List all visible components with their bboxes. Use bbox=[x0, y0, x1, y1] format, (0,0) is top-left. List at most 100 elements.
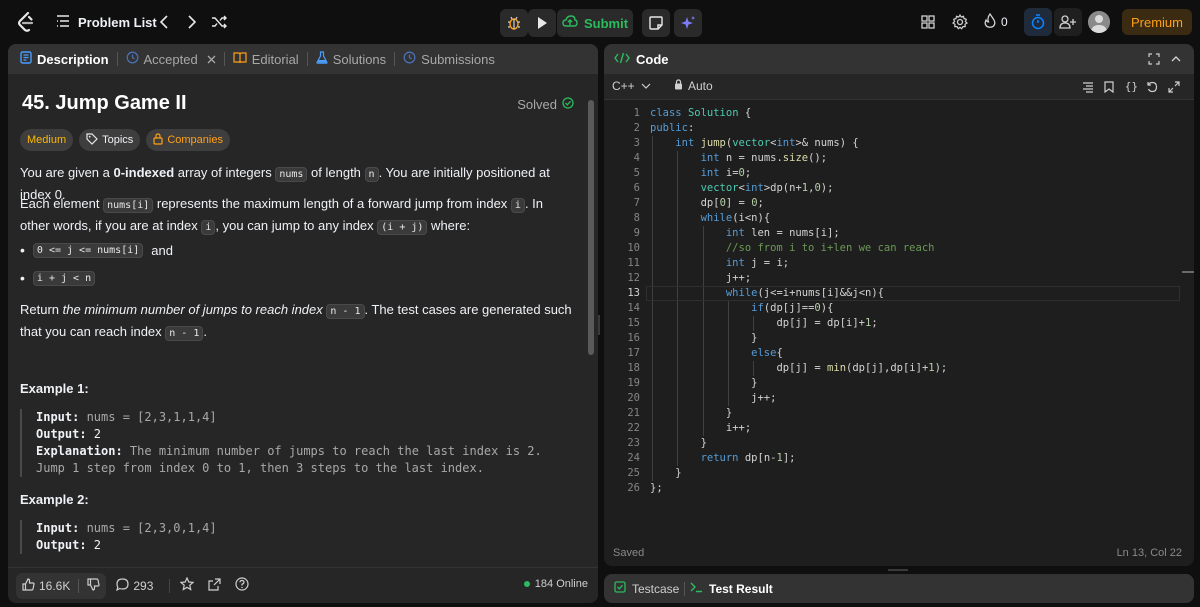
line-number: 20 bbox=[627, 392, 640, 404]
online-indicator: 184 Online bbox=[523, 578, 588, 590]
code-line[interactable]: } bbox=[650, 331, 757, 346]
paragraph-each-element: Each element nums[i] represents the maxi… bbox=[20, 194, 574, 238]
problem-title[interactable]: 45. Jump Game II bbox=[22, 92, 187, 114]
code-line[interactable]: int jump(vector<int>& nums) { bbox=[650, 136, 858, 151]
code-line[interactable]: int j = i; bbox=[650, 256, 789, 271]
debug-button[interactable] bbox=[500, 9, 528, 37]
code-line[interactable]: //so from i to i+len we can reach bbox=[650, 241, 935, 256]
auto-mode[interactable]: Auto bbox=[674, 79, 713, 93]
inline-code: n bbox=[364, 167, 379, 182]
description-scrollbar[interactable] bbox=[588, 88, 594, 558]
code-line[interactable]: dp[j] = min(dp[j],dp[i]+1); bbox=[650, 361, 947, 376]
tab-solutions-label: Solutions bbox=[332, 51, 387, 67]
language-select[interactable]: C++ bbox=[612, 79, 651, 93]
lock-icon bbox=[674, 79, 683, 93]
code-line[interactable]: dp[0] = 0; bbox=[650, 196, 764, 211]
code-line[interactable]: dp[j] = dp[i]+1; bbox=[650, 316, 877, 331]
help-icon[interactable] bbox=[235, 577, 249, 594]
code-line[interactable]: } bbox=[650, 466, 681, 481]
tab-testcase[interactable]: Testcase bbox=[614, 581, 679, 596]
code-line[interactable]: return dp[n-1]; bbox=[650, 451, 796, 466]
inline-code: 0 <= j <= nums[i] bbox=[32, 242, 144, 258]
shuffle-icon[interactable] bbox=[208, 12, 230, 32]
format-lines-icon[interactable] bbox=[1082, 81, 1094, 96]
bookmark-icon[interactable] bbox=[1104, 81, 1114, 96]
settings-gear-icon[interactable] bbox=[950, 12, 970, 32]
tab-accepted[interactable]: Accepted bbox=[122, 44, 220, 74]
code-line[interactable]: while(j<=i+nums[i]&&j<n){ bbox=[650, 286, 884, 301]
terminal-icon bbox=[690, 581, 703, 596]
add-friend-icon[interactable] bbox=[1054, 8, 1082, 36]
line-number: 22 bbox=[627, 422, 640, 434]
thumbs-up-icon bbox=[22, 577, 35, 594]
expand-icon[interactable] bbox=[1168, 81, 1180, 96]
close-icon[interactable] bbox=[207, 52, 216, 67]
code-line[interactable]: while(i<n){ bbox=[650, 211, 771, 226]
line-number: 19 bbox=[627, 377, 640, 389]
code-editor[interactable]: 1 class Solution {2 public: 3 int jump(vect… bbox=[604, 106, 1194, 506]
tab-divider bbox=[684, 582, 685, 596]
line-number: 11 bbox=[627, 257, 640, 269]
fullscreen-icon[interactable] bbox=[1148, 53, 1160, 68]
scrollbar-thumb[interactable] bbox=[588, 100, 594, 355]
line-number: 7 bbox=[633, 197, 640, 209]
line-number: 24 bbox=[627, 452, 640, 464]
vertical-resize-handle[interactable] bbox=[598, 315, 600, 335]
line-number: 12 bbox=[627, 272, 640, 284]
code-line[interactable]: } bbox=[650, 376, 757, 391]
code-line[interactable]: if(dp[j]==0){ bbox=[650, 301, 833, 316]
line-number: 25 bbox=[627, 467, 640, 479]
book-icon bbox=[233, 51, 247, 67]
topics-button[interactable]: Topics bbox=[79, 129, 141, 151]
like-button[interactable]: 16.6K bbox=[16, 572, 107, 599]
layout-icon[interactable] bbox=[918, 12, 938, 32]
comments-button[interactable]: 293 bbox=[110, 573, 159, 599]
line-number: 10 bbox=[627, 242, 640, 254]
premium-button[interactable]: Premium bbox=[1122, 9, 1192, 35]
code-line[interactable]: j++; bbox=[650, 271, 751, 286]
ai-sparkle-icon[interactable] bbox=[674, 9, 702, 37]
tab-submissions[interactable]: Submissions bbox=[399, 44, 499, 74]
collapse-chevron-icon[interactable] bbox=[1170, 53, 1182, 68]
share-icon[interactable] bbox=[208, 577, 221, 594]
code-line[interactable]: else{ bbox=[650, 346, 783, 361]
inline-code: n - 1 bbox=[326, 304, 365, 319]
user-avatar[interactable] bbox=[1088, 11, 1110, 33]
tab-description[interactable]: Description bbox=[16, 44, 113, 74]
code-line[interactable]: int len = nums[i]; bbox=[650, 226, 840, 241]
code-line[interactable]: } bbox=[650, 436, 707, 451]
run-button[interactable] bbox=[528, 9, 556, 37]
tab-editorial[interactable]: Editorial bbox=[229, 44, 303, 74]
code-line[interactable]: int n = nums.size(); bbox=[650, 151, 827, 166]
line-number: 9 bbox=[633, 227, 640, 239]
tab-test-result[interactable]: Test Result bbox=[690, 581, 773, 596]
bullet-dot: • bbox=[20, 242, 25, 258]
prev-problem-icon[interactable] bbox=[154, 12, 174, 32]
leetcode-logo[interactable] bbox=[14, 10, 38, 34]
submit-button[interactable]: Submit bbox=[557, 9, 633, 37]
topics-label: Topics bbox=[102, 134, 134, 146]
code-line[interactable]: i++; bbox=[650, 421, 751, 436]
notes-icon[interactable] bbox=[642, 9, 670, 37]
timer-stopwatch-icon[interactable] bbox=[1024, 8, 1052, 36]
code-line[interactable]: } bbox=[650, 406, 732, 421]
code-line[interactable]: }; bbox=[650, 481, 663, 496]
code-line[interactable]: int i=0; bbox=[650, 166, 752, 181]
next-problem-icon[interactable] bbox=[182, 12, 202, 32]
lock-icon bbox=[153, 132, 163, 148]
code-line[interactable]: public: bbox=[650, 121, 694, 136]
description-panel: Description Accepted Editorial Solutions… bbox=[8, 44, 598, 603]
streak-counter[interactable]: 0 bbox=[984, 12, 1008, 32]
code-line[interactable]: j++; bbox=[650, 391, 776, 406]
companies-button[interactable]: Companies bbox=[146, 129, 230, 151]
tab-solutions[interactable]: Solutions bbox=[312, 44, 390, 74]
code-line[interactable]: class Solution { bbox=[650, 106, 751, 121]
reset-icon[interactable] bbox=[1146, 81, 1158, 96]
thumbs-down-icon[interactable] bbox=[87, 577, 100, 594]
value: 2 bbox=[86, 427, 102, 441]
code-line[interactable]: vector<int>dp(n+1,0); bbox=[650, 181, 834, 196]
braces-icon[interactable]: {} bbox=[1125, 80, 1138, 93]
problem-list-button[interactable]: Problem List bbox=[56, 12, 157, 32]
star-icon[interactable] bbox=[179, 576, 195, 594]
horizontal-resize-handle[interactable] bbox=[888, 569, 908, 571]
